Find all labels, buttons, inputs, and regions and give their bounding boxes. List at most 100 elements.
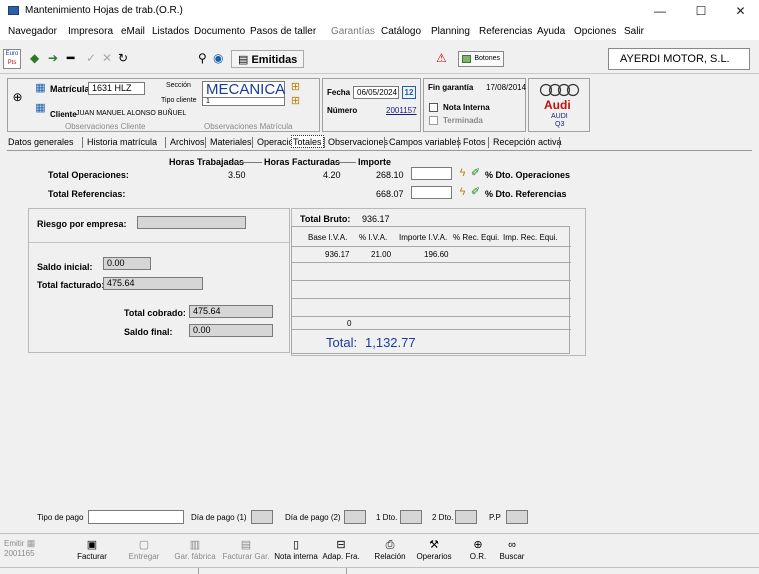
emitir-number: 2001165 [4,549,35,558]
tab-historia-matricula[interactable]: Historia matrícula [86,136,158,149]
payment-row: Tipo de pago Día de pago (1) Día de pago… [0,509,759,529]
matricula-input[interactable]: 1631 HLZ [88,82,145,95]
minimize-button[interactable]: — [640,2,680,20]
dia-pago-2-input[interactable] [344,510,366,524]
or-button[interactable]: ⊕ O.R. [467,538,489,561]
terminada-checkbox[interactable] [429,116,438,125]
calendar-icon[interactable]: 12 [402,86,416,99]
adap-fra-button[interactable]: ⊟ Adap. Fra. [321,538,361,561]
dto-referencias-input[interactable] [411,186,452,199]
next-record-icon[interactable]: ➔ [48,52,58,64]
menu-listados[interactable]: Listados [152,26,189,37]
gar-fabrica-button[interactable]: ▥ Gar. fábrica [172,538,218,561]
tipo-pago-label: Tipo de pago [37,513,84,522]
menu-planning[interactable]: Planning [431,26,470,37]
check-icon[interactable]: ✓ [86,52,96,64]
lightning-icon[interactable]: ϟ [456,167,469,180]
edit-icon[interactable]: ✐ [469,167,482,180]
brand-name: Audi [544,98,571,112]
menu-ayuda[interactable]: Ayuda [537,26,565,37]
zoom-icon[interactable]: ⊕ [11,91,24,104]
terminada-label: Terminada [443,116,483,125]
tab-recepcion-activa[interactable]: Recepción activa [492,136,563,149]
total-bruto-label: Total Bruto: [300,214,351,224]
cancel-icon[interactable]: ✕ [102,52,112,64]
globe-icon[interactable]: ◉ [213,52,223,64]
menu-email[interactable]: eMail [121,26,145,37]
buscar-button[interactable]: ∞ Buscar [497,538,527,561]
nota-interna-checkbox[interactable] [429,103,438,112]
total-bruto-value: 936.17 [362,214,390,224]
seccion-input[interactable]: MECANICA [202,81,285,98]
menu-salir[interactable]: Salir [624,26,644,37]
emitidas-button[interactable]: ▤ Emitidas [231,50,305,68]
first-record-icon[interactable]: ◆ [30,52,39,64]
dto-operaciones-input[interactable] [411,167,452,180]
entregar-button[interactable]: ▢ Entregar [125,538,163,561]
dto2-input[interactable] [455,510,477,524]
tipo-cliente-label: Tipo cliente [161,97,197,104]
dia-pago-1-input[interactable] [251,510,273,524]
tab-totales[interactable]: Totales [291,135,324,148]
close-button[interactable]: ✕ [722,2,759,20]
dto1-input[interactable] [400,510,422,524]
menu-garantias[interactable]: Garantías [331,26,375,37]
workers-icon: ⚒ [429,539,439,551]
edit-icon[interactable]: ✐ [469,186,482,199]
tab-datos-generales[interactable]: Datos generales [7,136,75,149]
warning-icon[interactable]: ⚠ [436,52,447,64]
observaciones-cliente-button[interactable]: Observaciones Cliente [65,122,145,131]
warranty-panel: Fin garantía 17/08/2014 Nota Interna Ter… [423,78,526,132]
pp-input[interactable] [506,510,528,524]
iva-table: Base I.V.A. % I.V.A. Importe I.V.A. % Re… [291,226,571,354]
note-icon: ▯ [292,539,300,551]
tab-observaciones[interactable]: Observaciones [327,136,389,149]
client-icon[interactable]: ▦ [34,102,47,115]
tab-campos-variables[interactable]: Campos variables [388,136,462,149]
tab-strip: Datos generales Historia matrícula Archi… [7,135,757,150]
vehicle-icon[interactable]: ▦ [34,82,47,95]
seccion-lookup-icon[interactable]: ⊞ [289,81,302,94]
emitidas-label: Emitidas [251,54,298,66]
operarios-button[interactable]: ⚒ Operarios [415,538,453,561]
menu-pasos-taller[interactable]: Pasos de taller [250,26,316,37]
dto-referencias-label: % Dto. Referencias [485,189,567,199]
menu-documento[interactable]: Documento [194,26,245,37]
delete-icon[interactable]: ━ [67,52,74,64]
toolbar: Euro Pts ◆ ➔ ━ ✓ ✕ ↻ ⚲ ◉ ▤ Emitidas ⚠ Bo… [0,40,759,74]
lightning-icon[interactable]: ϟ [456,186,469,199]
tab-fotos[interactable]: Fotos [462,136,487,149]
nota-interna-button[interactable]: ▯ Nota interna [271,538,321,561]
menu-catalogo[interactable]: Catálogo [381,26,421,37]
binoculars-icon[interactable]: ⚲ [198,52,207,64]
menu-opciones[interactable]: Opciones [574,26,616,37]
menu-referencias[interactable]: Referencias [479,26,532,37]
emitir-icon: ▦ [26,538,36,548]
currency-toggle[interactable]: Euro Pts [3,49,21,69]
refresh-icon[interactable]: ↻ [118,52,128,64]
facturar-button[interactable]: ▣ Facturar [74,538,110,561]
iva-row1-importe: 196.60 [424,250,449,259]
tipo-pago-input[interactable] [88,510,184,524]
botones-label: Botones [474,55,500,62]
facturar-label: Facturar [77,552,107,561]
relacion-button[interactable]: ⎙ Relación [372,538,408,561]
tab-materiales[interactable]: Materiales [209,136,253,149]
saldo-final-field: 0.00 [189,324,273,337]
adap-fra-label: Adap. Fra. [322,552,360,561]
saldo-inicial-label: Saldo inicial: [37,262,93,272]
maximize-button[interactable]: ☐ [681,2,721,20]
menu-navegador[interactable]: Navegador [8,26,57,37]
vehicle-client-panel: ⊕ ▦ Matrícula 1631 HLZ Sección MECANICA … [7,78,320,132]
tipo-cliente-input[interactable]: 1 [202,97,285,106]
facturar-gar-button[interactable]: ▤ Facturar Gar. [221,538,271,561]
observaciones-matricula-button[interactable]: Observaciones Matrícula [204,122,292,131]
emitir-button[interactable]: Emitir ▦ 2001165 [4,538,44,558]
tipo-cliente-lookup-icon[interactable]: ⊞ [289,95,302,108]
botones-button[interactable]: Botones [458,51,504,67]
tab-archivos[interactable]: Archivos [169,136,206,149]
menu-impresora[interactable]: Impresora [68,26,113,37]
iva-row1-pct: 21.00 [371,250,392,259]
fecha-input[interactable]: 06/05/2024 [353,86,399,99]
brand-model-line2: Q3 [555,121,565,128]
